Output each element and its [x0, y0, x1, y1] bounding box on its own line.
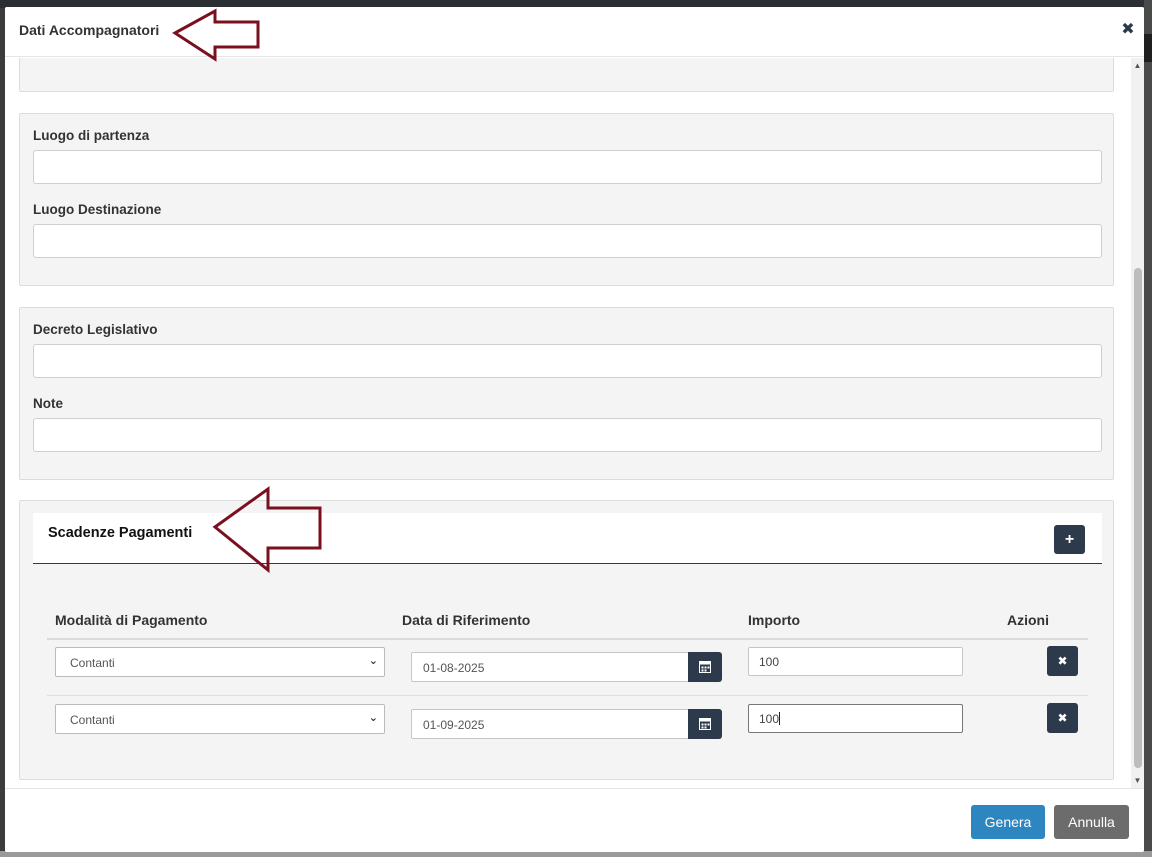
panel-decreto-note: Decreto Legislativo Note — [19, 307, 1114, 480]
data-riferimento-input-row-2[interactable]: 01-09-2025 — [411, 709, 689, 739]
close-icon: ✖ — [1057, 654, 1068, 668]
modalita-value: Contanti — [70, 713, 115, 727]
modalita-select-row-2[interactable]: Contanti ⌄ — [55, 704, 385, 734]
annulla-button[interactable]: Annulla — [1054, 805, 1129, 839]
calendar-icon — [699, 661, 711, 673]
panel-scadenze-pagamenti: Scadenze Pagamenti + Modalità di Pagamen… — [19, 500, 1114, 780]
scroll-down-icon[interactable]: ▼ — [1133, 776, 1142, 785]
luogo-partenza-input[interactable] — [33, 150, 1102, 184]
note-input[interactable] — [33, 418, 1102, 452]
dati-accompagnatori-modal: Dati Accompagnatori ✖ Luogo di partenza … — [5, 7, 1144, 852]
modal-title: Dati Accompagnatori — [19, 22, 160, 38]
calendar-button-row-1[interactable] — [688, 652, 722, 682]
decreto-legislativo-input[interactable] — [33, 344, 1102, 378]
column-header-data: Data di Riferimento — [402, 612, 531, 628]
text-caret — [779, 712, 781, 725]
column-header-azioni: Azioni — [1007, 612, 1049, 628]
importo-input-row-1[interactable]: 100 — [748, 647, 963, 676]
calendar-button-row-2[interactable] — [688, 709, 722, 739]
modal-scrollbar[interactable]: ▲ ▼ — [1131, 58, 1144, 788]
column-header-modalita: Modalità di Pagamento — [55, 612, 208, 628]
importo-value: 100 — [759, 712, 780, 726]
plus-icon: + — [1064, 531, 1075, 548]
table-header-divider — [47, 638, 1088, 640]
annotation-arrow-left-icon — [172, 8, 260, 62]
luogo-destinazione-input[interactable] — [33, 224, 1102, 258]
column-header-importo: Importo — [748, 612, 801, 628]
chevron-down-icon: ⌄ — [368, 712, 378, 724]
chevron-down-icon: ⌄ — [368, 655, 378, 667]
background-app-edge — [1144, 0, 1152, 857]
modal-body: Luogo di partenza Luogo Destinazione Dec… — [5, 58, 1130, 788]
modalita-select-row-1[interactable]: Contanti ⌄ — [55, 647, 385, 677]
delete-row-button-2[interactable]: ✖ — [1047, 703, 1078, 733]
scroll-up-icon[interactable]: ▲ — [1133, 61, 1142, 70]
close-icon: ✖ — [1057, 711, 1068, 725]
add-scadenza-button[interactable]: + — [1054, 525, 1085, 554]
scrollbar-thumb[interactable] — [1134, 268, 1142, 768]
panel-luoghi: Luogo di partenza Luogo Destinazione — [19, 113, 1114, 286]
modalita-value: Contanti — [70, 656, 115, 670]
data-riferimento-input-row-1[interactable]: 01-08-2025 — [411, 652, 689, 682]
luogo-partenza-label: Luogo di partenza — [33, 128, 150, 143]
luogo-destinazione-label: Luogo Destinazione — [33, 202, 162, 217]
decreto-legislativo-label: Decreto Legislativo — [33, 322, 158, 337]
note-label: Note — [33, 396, 63, 411]
row-divider — [47, 695, 1088, 696]
close-icon[interactable]: ✖ — [1120, 21, 1136, 39]
annotation-arrow-left-icon — [212, 486, 322, 574]
calendar-icon — [699, 718, 711, 730]
genera-button[interactable]: Genera — [971, 805, 1045, 839]
modal-footer: Genera Annulla — [5, 788, 1144, 852]
importo-input-row-2[interactable]: 100 — [748, 704, 963, 733]
scadenze-title: Scadenze Pagamenti — [48, 525, 193, 541]
scadenze-section-header: Scadenze Pagamenti + — [33, 513, 1102, 564]
delete-row-button-1[interactable]: ✖ — [1047, 646, 1078, 676]
